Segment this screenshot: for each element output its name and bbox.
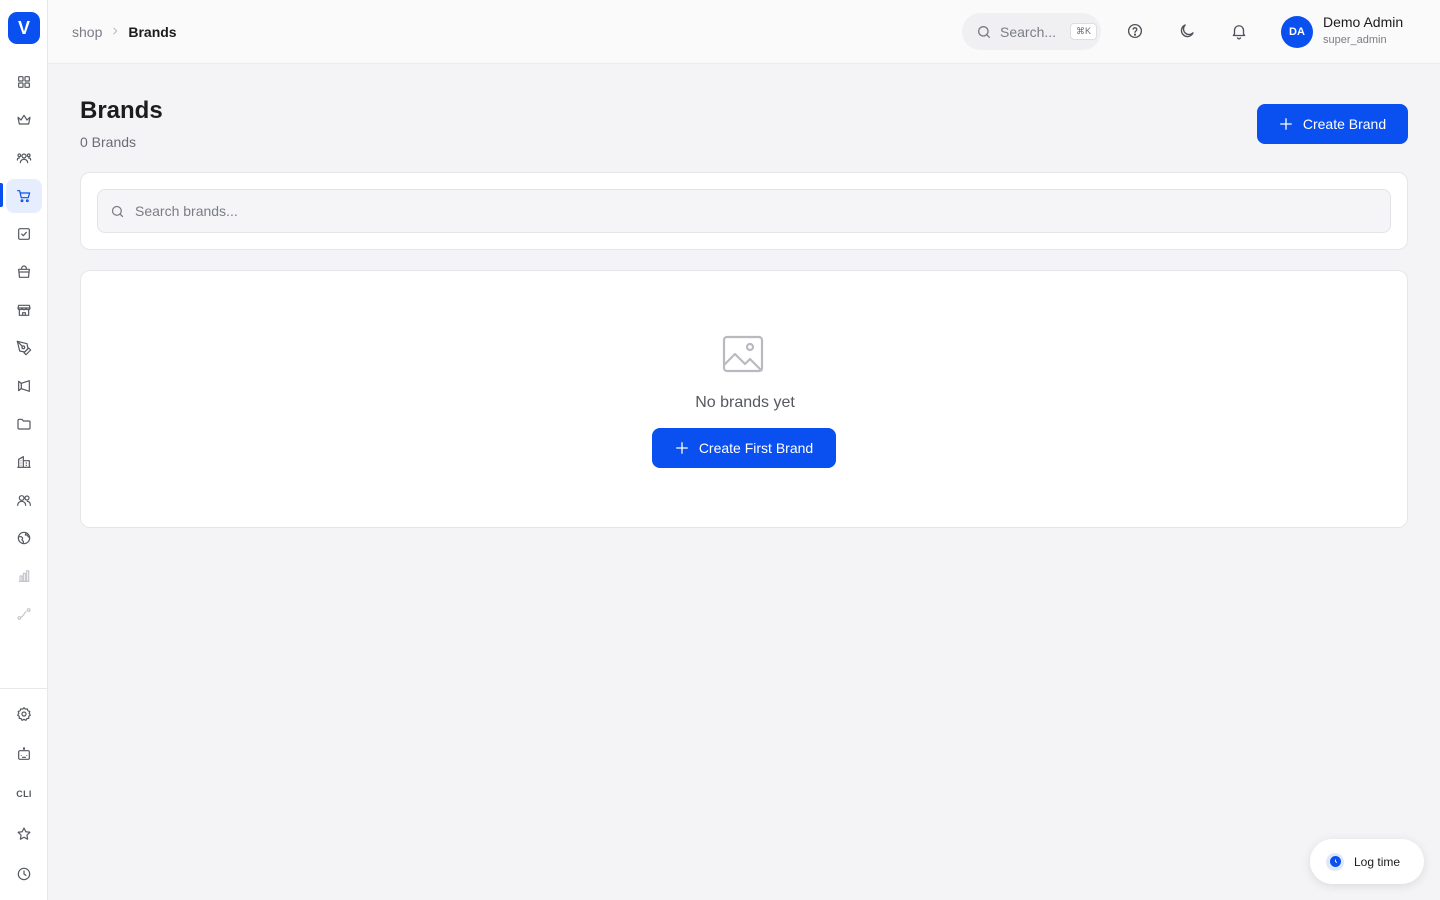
search-icon — [111, 205, 124, 217]
sidebar: V CLI — [0, 0, 48, 900]
users-icon — [16, 153, 32, 164]
sidebar-item-global[interactable] — [6, 521, 42, 555]
team-icon — [17, 495, 31, 506]
create-first-brand-button[interactable]: Create First Brand — [652, 428, 836, 468]
brand-count: 0 Brands — [80, 134, 137, 150]
sidebar-item-orders[interactable] — [6, 255, 42, 289]
log-time-label: Log time — [1354, 854, 1401, 869]
megaphone-icon — [18, 380, 30, 392]
clock-icon — [17, 867, 31, 881]
moon-icon — [1180, 24, 1194, 38]
cli-label: CLI — [16, 789, 32, 799]
page-title: Brands — [80, 97, 163, 124]
sidebar-item-team[interactable] — [6, 483, 42, 517]
avatar[interactable]: DA — [1281, 16, 1313, 48]
search-icon — [978, 25, 990, 38]
building-icon — [17, 456, 31, 468]
store-icon — [17, 304, 31, 316]
sidebar-item-history[interactable] — [6, 857, 42, 891]
search-card — [80, 172, 1408, 250]
shortcut-badge: ⌘K — [1070, 23, 1098, 40]
sidebar-item-tasks[interactable] — [6, 217, 42, 251]
globe-icon — [17, 531, 31, 545]
plus-icon — [1279, 118, 1292, 130]
chevron-right-icon — [110, 25, 120, 39]
sidebar-item-routes[interactable] — [6, 597, 42, 631]
sidebar-item-dashboard[interactable] — [6, 65, 42, 99]
create-first-brand-label: Create First Brand — [698, 440, 814, 456]
crown-icon — [17, 114, 31, 125]
bar-chart-icon — [18, 570, 30, 582]
plus-icon — [675, 442, 688, 454]
breadcrumb-parent[interactable]: shop — [72, 24, 102, 40]
sidebar-item-marketing[interactable] — [6, 369, 42, 403]
breadcrumb: shop Brands — [72, 22, 177, 42]
global-search-placeholder: Search... — [1000, 23, 1057, 40]
sidebar-item-crown[interactable] — [6, 103, 42, 137]
active-indicator — [0, 183, 3, 207]
user-role: super_admin — [1323, 34, 1387, 46]
folder-icon — [17, 418, 31, 430]
log-time-button[interactable]: Log time — [1310, 839, 1424, 884]
app-logo[interactable]: V — [8, 12, 40, 44]
sidebar-item-cli[interactable]: CLI — [6, 777, 42, 811]
sidebar-item-design[interactable] — [6, 331, 42, 365]
create-brand-label: Create Brand — [1302, 116, 1387, 132]
grid-icon — [18, 76, 30, 88]
help-circle-icon — [1127, 23, 1143, 39]
sidebar-item-files[interactable] — [6, 407, 42, 441]
create-brand-button[interactable]: Create Brand — [1257, 104, 1408, 144]
sidebar-item-users[interactable] — [6, 141, 42, 175]
shopping-bag-icon — [18, 265, 30, 278]
star-icon — [17, 827, 31, 840]
empty-state-card: No brands yet Create First Brand — [80, 270, 1408, 528]
user-name[interactable]: Demo Admin — [1323, 14, 1403, 30]
empty-state-message: No brands yet — [695, 394, 795, 411]
sidebar-item-favorites[interactable] — [6, 817, 42, 851]
brand-search-box — [97, 189, 1391, 233]
brand-search-input[interactable] — [135, 190, 1390, 232]
sidebar-divider — [0, 688, 48, 689]
sidebar-item-bot[interactable] — [6, 737, 42, 771]
route-icon — [17, 608, 31, 620]
global-search-button[interactable]: Search... ⌘K — [962, 13, 1101, 50]
help-button[interactable] — [1124, 20, 1146, 42]
theme-toggle-button[interactable] — [1176, 20, 1198, 42]
pen-tool-icon — [16, 340, 32, 356]
timer-icon — [1326, 852, 1344, 871]
sidebar-item-analytics[interactable] — [6, 559, 42, 593]
sidebar-item-shop[interactable] — [6, 179, 42, 213]
sidebar-item-company[interactable] — [6, 445, 42, 479]
bell-icon — [1232, 25, 1246, 40]
robot-icon — [18, 747, 30, 760]
sidebar-item-store[interactable] — [6, 293, 42, 327]
topbar: shop Brands Search... ⌘K DA Demo Admin s… — [48, 0, 1440, 64]
sidebar-item-settings[interactable] — [6, 697, 42, 731]
gear-icon — [17, 707, 31, 721]
shopping-cart-icon — [17, 190, 31, 203]
breadcrumb-current: Brands — [128, 24, 177, 40]
image-icon — [722, 335, 764, 373]
checkbox-icon — [18, 228, 30, 240]
notifications-button[interactable] — [1228, 20, 1250, 42]
